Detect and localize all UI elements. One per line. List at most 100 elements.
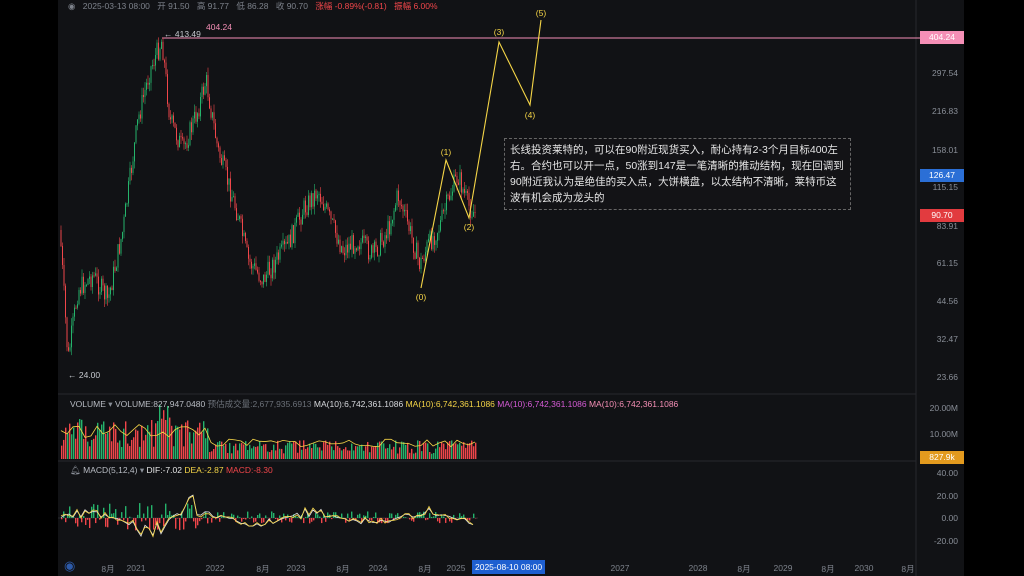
price-candle: [105, 285, 107, 300]
price-candle: [449, 195, 450, 200]
volume-bar: [243, 444, 245, 459]
macd-histogram-bar: [297, 517, 299, 518]
price-candle: [384, 235, 386, 247]
chart-area[interactable]: ◉ 2025-03-13 08:00 开 91.50 高 91.77 低 86.…: [58, 0, 964, 576]
macd-histogram-bar: [427, 518, 429, 520]
chart-canvas[interactable]: [58, 0, 964, 576]
volume-bar: [247, 449, 249, 459]
price-candle: [336, 232, 338, 244]
volume-bar: [233, 445, 235, 459]
price-candle: [270, 274, 272, 279]
price-candle: [150, 66, 152, 83]
macd-indicator-legend[interactable]: 🔔︎ MACD(5,12,4) ▾ DIF:-7.02 DEA:-2.87 MA…: [70, 465, 273, 476]
volume-bar: [305, 448, 307, 459]
price-candle: [360, 242, 362, 250]
volume-bar: [185, 422, 187, 459]
volume-axis-label: 10.00M: [929, 429, 958, 439]
wave-label: (0): [415, 292, 427, 302]
macd-histogram-bar: [437, 518, 439, 522]
volume-bar: [229, 443, 231, 459]
volume-bar: [405, 444, 407, 459]
volume-bar: [455, 443, 457, 459]
price-candle: [147, 82, 149, 85]
macd-histogram-bar: [411, 518, 413, 521]
bell-icon[interactable]: 🔔︎: [70, 465, 81, 475]
volume-bar: [451, 440, 453, 459]
price-candle: [318, 193, 320, 196]
volume-bar: [301, 449, 303, 459]
price-candle: [138, 114, 140, 120]
price-candle: [146, 82, 147, 90]
macd-histogram-bar: [351, 511, 353, 518]
price-candle: [392, 219, 393, 224]
volume-bar: [79, 419, 81, 459]
price-candle: [197, 113, 198, 122]
price-candle: [170, 117, 171, 120]
price-candle: [344, 253, 345, 256]
macd-histogram-bar: [279, 515, 281, 518]
macd-histogram-bar: [143, 513, 145, 518]
price-candle: [192, 118, 194, 133]
macd-dea-line: [60, 495, 474, 538]
analysis-note[interactable]: 长线投资莱特的，可以在90附近现货买入，耐心持有2-3个月目标400左右。合约也…: [504, 138, 851, 210]
volume-bar: [411, 448, 413, 459]
chevron-down-icon[interactable]: ▾: [108, 399, 112, 409]
macd-histogram-bar: [285, 518, 287, 521]
price-candle: [71, 325, 72, 348]
macd-histogram-bar: [259, 513, 261, 518]
volume-value: VOLUME:827,947.0480: [114, 399, 206, 409]
price-candle: [84, 285, 86, 293]
price-candle: [167, 74, 168, 104]
price-candle: [141, 94, 143, 119]
price-candle: [96, 273, 98, 277]
price-candle: [78, 290, 80, 305]
time-axis-label: 2028: [688, 563, 708, 573]
volume-bar: [197, 427, 199, 459]
macd-histogram-bar: [371, 518, 373, 521]
price-candle: [315, 190, 317, 199]
price-candle: [321, 201, 323, 205]
macd-histogram-bar: [89, 518, 91, 529]
macd-histogram-bar: [85, 518, 87, 525]
price-candle: [188, 145, 189, 148]
price-candle: [383, 241, 384, 247]
eye-icon[interactable]: ◉: [68, 1, 75, 11]
volume-bar: [69, 423, 71, 459]
volume-bar: [397, 453, 399, 459]
price-candle: [329, 209, 330, 212]
volume-bar: [361, 444, 363, 459]
macd-histogram-bar: [121, 512, 123, 518]
macd-axis-label: 40.00: [936, 468, 958, 478]
time-axis-label: 8月: [901, 564, 915, 574]
price-candle: [297, 212, 299, 217]
price-candle: [365, 236, 366, 238]
price-candle: [63, 264, 65, 286]
volume-bar: [473, 446, 475, 459]
price-candle: [428, 238, 429, 242]
volume-indicator-legend[interactable]: VOLUME ▾ VOLUME:827,947.0480 预估成交量:2,677…: [70, 398, 678, 410]
macd-histogram-bar: [219, 518, 221, 522]
volume-bar: [191, 443, 193, 459]
price-candle: [257, 269, 258, 273]
volume-bar: [219, 440, 221, 459]
volume-bar: [351, 443, 353, 459]
price-candle: [69, 347, 71, 351]
wave-label: (2): [463, 222, 475, 232]
macd-histogram-bar: [253, 518, 255, 523]
volume-bar: [231, 453, 233, 459]
volume-bar: [325, 440, 327, 459]
volume-bar: [395, 440, 397, 459]
macd-histogram-bar: [87, 518, 89, 520]
price-candle: [453, 174, 455, 192]
price-candle: [432, 236, 434, 250]
chevron-down-icon[interactable]: ▾: [140, 465, 144, 475]
volume-bar: [257, 446, 259, 459]
header-close: 收 90.70: [275, 1, 308, 11]
volume-bar: [321, 450, 323, 459]
macd-histogram-bar: [321, 518, 323, 524]
macd-histogram-bar: [317, 514, 319, 518]
volume-bar: [125, 421, 127, 459]
time-axis-label: 8月: [737, 564, 751, 574]
volume-bar: [239, 443, 241, 459]
volume-axis-label: 20.00M: [929, 403, 958, 413]
